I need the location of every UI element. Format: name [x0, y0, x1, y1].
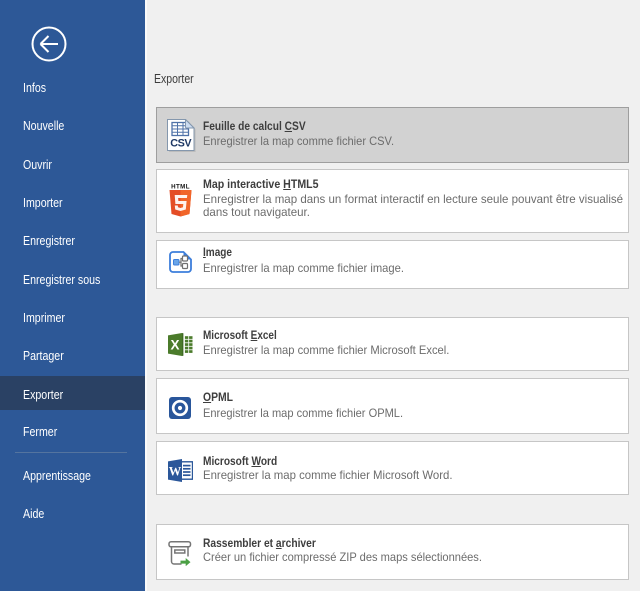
svg-text:HTML: HTML: [171, 183, 190, 190]
svg-text:CSV: CSV: [170, 137, 192, 149]
svg-text:X: X: [170, 338, 179, 353]
svg-text:W: W: [168, 464, 181, 478]
